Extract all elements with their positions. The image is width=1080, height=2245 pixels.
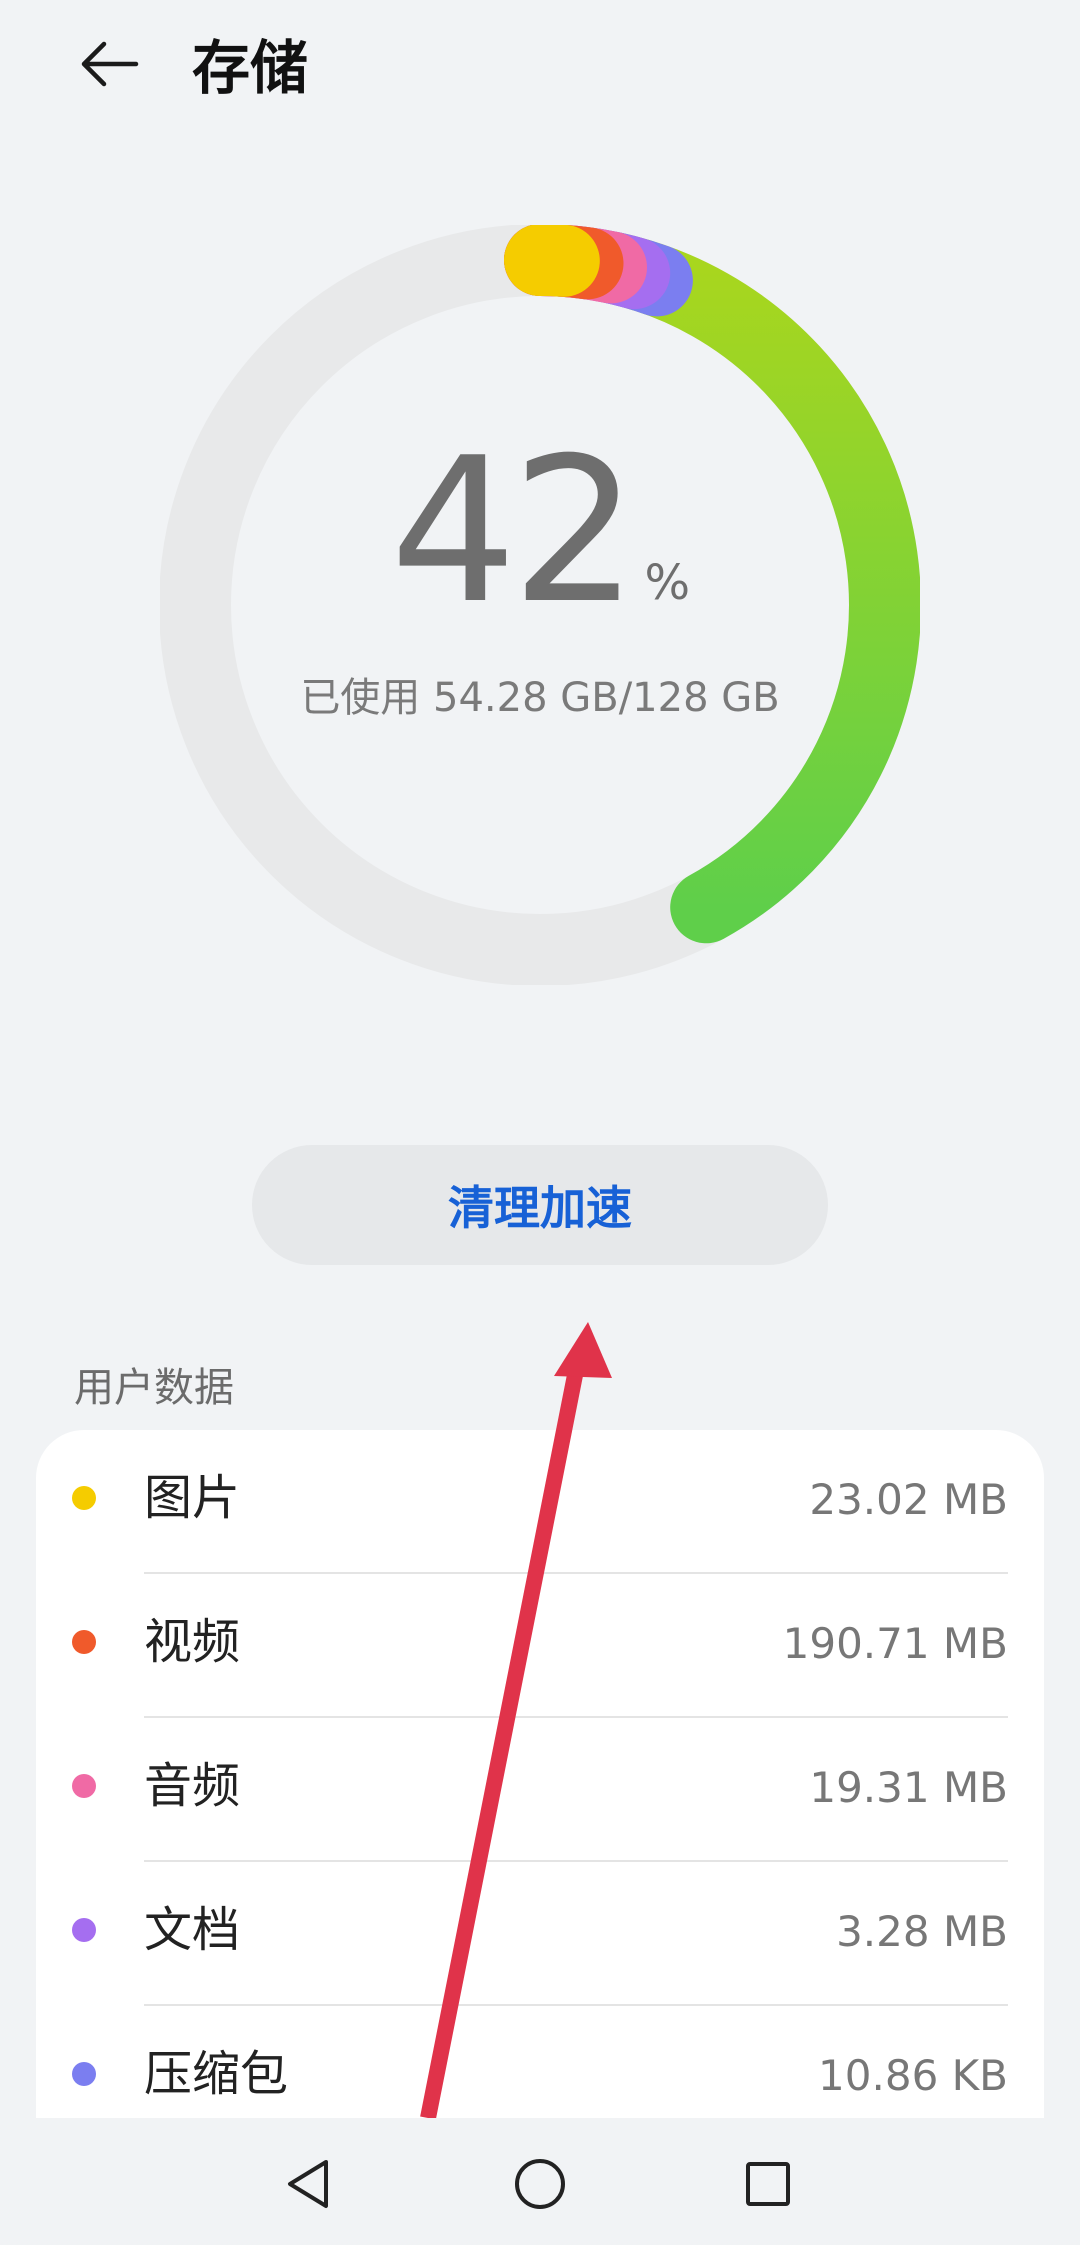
percent-value: 42 bbox=[389, 415, 638, 648]
archives-color-dot bbox=[72, 2062, 96, 2086]
list-item-archives[interactable]: 压缩包 10.86 KB bbox=[36, 2006, 1044, 2130]
nav-home-button[interactable] bbox=[500, 2144, 580, 2224]
back-button[interactable] bbox=[60, 24, 160, 104]
list-item-audio[interactable]: 音频 19.31 MB bbox=[36, 1718, 1044, 1862]
videos-color-dot bbox=[72, 1630, 96, 1654]
storage-ring: 42 % 已使用 54.28 GB/128 GB bbox=[160, 225, 920, 985]
header: 存储 bbox=[0, 0, 1080, 140]
list-item-videos[interactable]: 视频 190.71 MB bbox=[36, 1574, 1044, 1718]
percent-row: 42 % bbox=[389, 415, 691, 648]
list-item-label: 视频 bbox=[144, 1614, 241, 1670]
list-item-label: 压缩包 bbox=[144, 2046, 289, 2102]
back-triangle-icon bbox=[288, 2160, 328, 2208]
nav-recents-button[interactable] bbox=[728, 2144, 808, 2224]
percent-sign: % bbox=[644, 555, 691, 611]
documents-color-dot bbox=[72, 1918, 96, 1942]
list-item-value: 190.71 MB bbox=[782, 1619, 1008, 1668]
page-title: 存储 bbox=[192, 34, 309, 102]
system-nav-bar bbox=[0, 2118, 1080, 2245]
list-item-pictures[interactable]: 图片 23.02 MB bbox=[36, 1430, 1044, 1574]
list-item-label: 图片 bbox=[144, 1470, 241, 1526]
list-item-value: 19.31 MB bbox=[809, 1763, 1008, 1812]
list-item-value: 23.02 MB bbox=[809, 1475, 1008, 1524]
pictures-color-dot bbox=[72, 1486, 96, 1510]
home-circle-icon bbox=[515, 2159, 565, 2209]
used-storage-text: 已使用 54.28 GB/128 GB bbox=[300, 675, 780, 721]
list-item-documents[interactable]: 文档 3.28 MB bbox=[36, 1862, 1044, 2006]
user-data-card: 图片 23.02 MB 视频 190.71 MB 音频 19.31 MB 文档 … bbox=[36, 1430, 1044, 2130]
list-item-label: 文档 bbox=[144, 1902, 241, 1958]
back-arrow-icon bbox=[81, 41, 139, 87]
section-title-user-data: 用户数据 bbox=[74, 1365, 234, 1411]
list-item-label: 音频 bbox=[144, 1758, 241, 1814]
recents-square-icon bbox=[746, 2162, 790, 2206]
list-item-value: 3.28 MB bbox=[836, 1907, 1008, 1956]
list-item-value: 10.86 KB bbox=[818, 2051, 1008, 2100]
clean-speedup-button[interactable]: 清理加速 bbox=[252, 1145, 828, 1265]
nav-back-button[interactable] bbox=[268, 2144, 348, 2224]
audio-color-dot bbox=[72, 1774, 96, 1798]
ring-center: 42 % 已使用 54.28 GB/128 GB bbox=[160, 225, 920, 985]
